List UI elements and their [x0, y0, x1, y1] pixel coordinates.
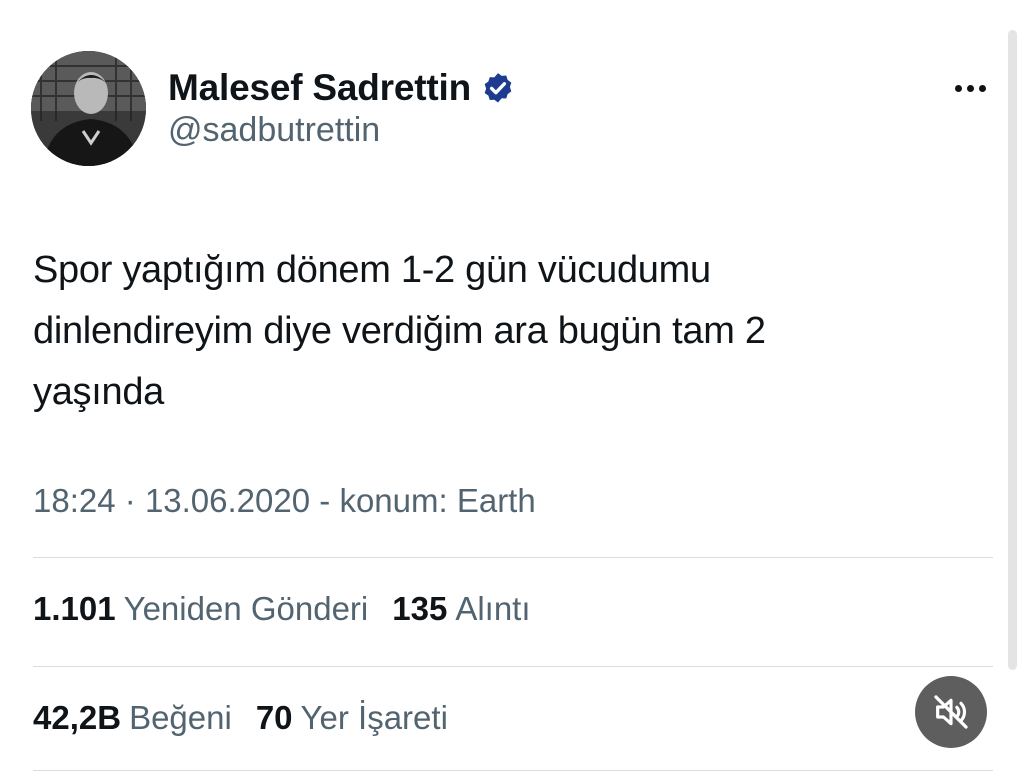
scrollbar[interactable] — [1008, 30, 1017, 670]
tweet-text-line: Spor yaptığım dönem 1-2 gün vücudumu — [33, 249, 711, 291]
divider — [33, 557, 993, 558]
tweet-time[interactable]: 18:24 — [33, 482, 116, 519]
mute-button[interactable] — [915, 676, 987, 748]
tweet-text: Spor yaptığım dönem 1-2 gün vücudumu din… — [33, 240, 993, 423]
tweet-location: - konum: Earth — [319, 482, 536, 519]
more-dots-icon — [954, 84, 962, 92]
engagement-row: 42,2B Beğeni 70 Yer İşareti — [33, 699, 448, 737]
quotes-count[interactable]: 135 — [392, 590, 447, 628]
tweet-text-line: dinlendireyim diye verdiğim ara bugün ta… — [33, 310, 766, 352]
divider — [33, 770, 993, 771]
display-name[interactable]: Malesef Sadrettin — [168, 67, 471, 109]
more-options-button[interactable] — [944, 68, 996, 108]
reposts-label[interactable]: Yeniden Gönderi — [124, 590, 369, 628]
avatar-photo — [31, 51, 146, 166]
meta-separator: · — [124, 482, 136, 519]
speaker-muted-icon — [934, 695, 968, 729]
verified-badge-icon — [484, 73, 512, 103]
more-dots-icon — [966, 84, 974, 92]
bookmarks-count[interactable]: 70 — [256, 699, 293, 737]
reposts-count[interactable]: 1.101 — [33, 590, 116, 628]
quotes-label[interactable]: Alıntı — [455, 590, 530, 628]
author-handle[interactable]: @sadbutrettin — [168, 111, 380, 150]
engagement-row: 1.101 Yeniden Gönderi 135 Alıntı — [33, 590, 531, 628]
tweet-date[interactable]: 13.06.2020 — [145, 482, 310, 519]
author-name-row: Malesef Sadrettin — [168, 62, 515, 114]
avatar[interactable] — [31, 51, 146, 166]
divider — [33, 666, 993, 667]
likes-label[interactable]: Beğeni — [129, 699, 232, 737]
tweet-meta: 18:24 · 13.06.2020 - konum: Earth — [33, 482, 536, 520]
tweet-text-line: yaşında — [33, 371, 164, 413]
more-dots-icon — [978, 84, 986, 92]
likes-count[interactable]: 42,2B — [33, 699, 121, 737]
bookmarks-label[interactable]: Yer İşareti — [301, 699, 448, 737]
